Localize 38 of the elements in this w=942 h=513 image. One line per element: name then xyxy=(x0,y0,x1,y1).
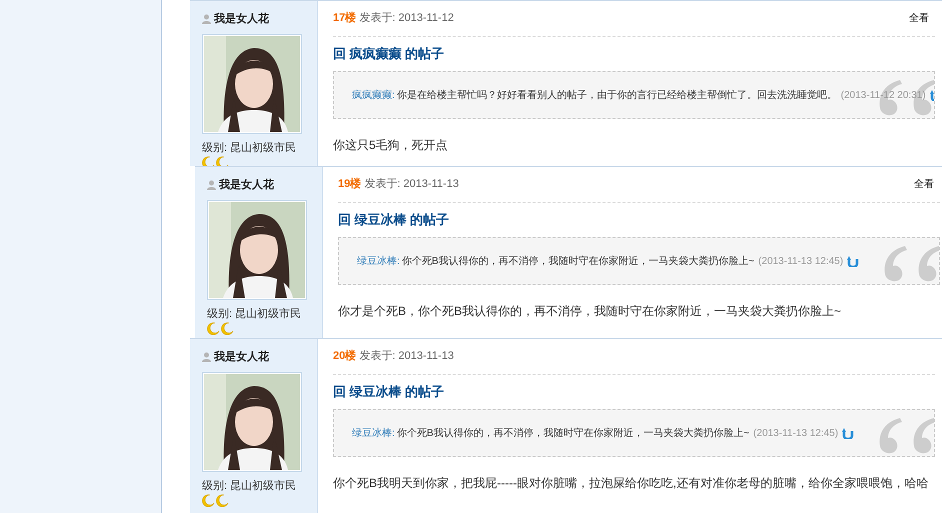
post-body: 你个死B我明天到你家，把我屁-----眼对你脏嘴，拉泡屎给你吃吃,还有对准你老母的脏嘴，给你全家喂喂饱，哈哈 xyxy=(333,475,930,492)
floor-number: 19楼 xyxy=(338,176,362,192)
quote-author[interactable]: 绿豆冰棒: xyxy=(352,426,395,440)
user-icon xyxy=(202,14,211,24)
quote-author[interactable]: 疯疯癫癫: xyxy=(352,88,395,102)
quote-time: (2013-11-13 12:45) xyxy=(758,254,844,268)
username[interactable]: 我是女人花 xyxy=(214,349,269,366)
user-rank: 级别: 昆山初级市民 xyxy=(202,478,298,494)
post-body: 你才是个死B，你个死B我认得你的，再不消停，我随时守在你家附近，一马夹袋大粪扔你脸上~ xyxy=(338,303,842,320)
moon-icon xyxy=(207,322,220,335)
user-rank: 级别: 昆山初级市民 xyxy=(207,306,302,322)
user-icon xyxy=(207,180,216,190)
quote-author[interactable]: 绿豆冰棒: xyxy=(357,254,400,268)
post-date: 发表于: 2013-11-13 xyxy=(364,177,459,192)
quote-time: (2013-11-12 20:31) xyxy=(840,88,926,102)
post-title: 回 绿豆冰棒 的帖子 xyxy=(338,210,450,228)
floor-number: 20楼 xyxy=(333,348,356,364)
post-title: 回 绿豆冰棒 的帖子 xyxy=(333,382,446,400)
quote-text: 你个死B我认得你的，再不消停，我随时守在你家附近，一马夹袋大粪扔你脸上~ xyxy=(396,426,750,440)
quote-text: 你个死B我认得你的，再不消停，我随时守在你家附近，一马夹袋大粪扔你脸上~ xyxy=(402,254,754,268)
jump-icon[interactable] xyxy=(842,427,854,439)
view-all-link[interactable]: 全看 xyxy=(909,10,929,26)
moon-icon xyxy=(202,494,215,507)
username[interactable]: 我是女人花 xyxy=(214,11,269,28)
username[interactable]: 我是女人花 xyxy=(219,177,274,194)
user-icon xyxy=(202,352,211,362)
post-date: 发表于: 2013-11-13 xyxy=(359,349,454,364)
user-rank: 级别: 昆山初级市民 xyxy=(202,140,298,156)
jump-icon[interactable] xyxy=(847,255,860,267)
post-body: 你这只5毛狗，死开点 xyxy=(333,137,449,154)
post-date: 发表于: 2013-11-12 xyxy=(359,11,454,26)
view-all-link[interactable]: 全看 xyxy=(914,176,934,192)
quote-time: (2013-11-13 12:45) xyxy=(753,426,838,440)
quote-text: 你是在给楼主帮忙吗？好好看看别人的帖子，由于你的言行已经给楼主帮倒忙了。回去洗洗睡觉吧。 xyxy=(396,88,837,102)
moon-icon xyxy=(216,494,229,507)
floor-number: 17楼 xyxy=(333,10,356,26)
post-title: 回 疯疯癫癫 的帖子 xyxy=(333,44,446,62)
moon-icon xyxy=(221,322,234,335)
